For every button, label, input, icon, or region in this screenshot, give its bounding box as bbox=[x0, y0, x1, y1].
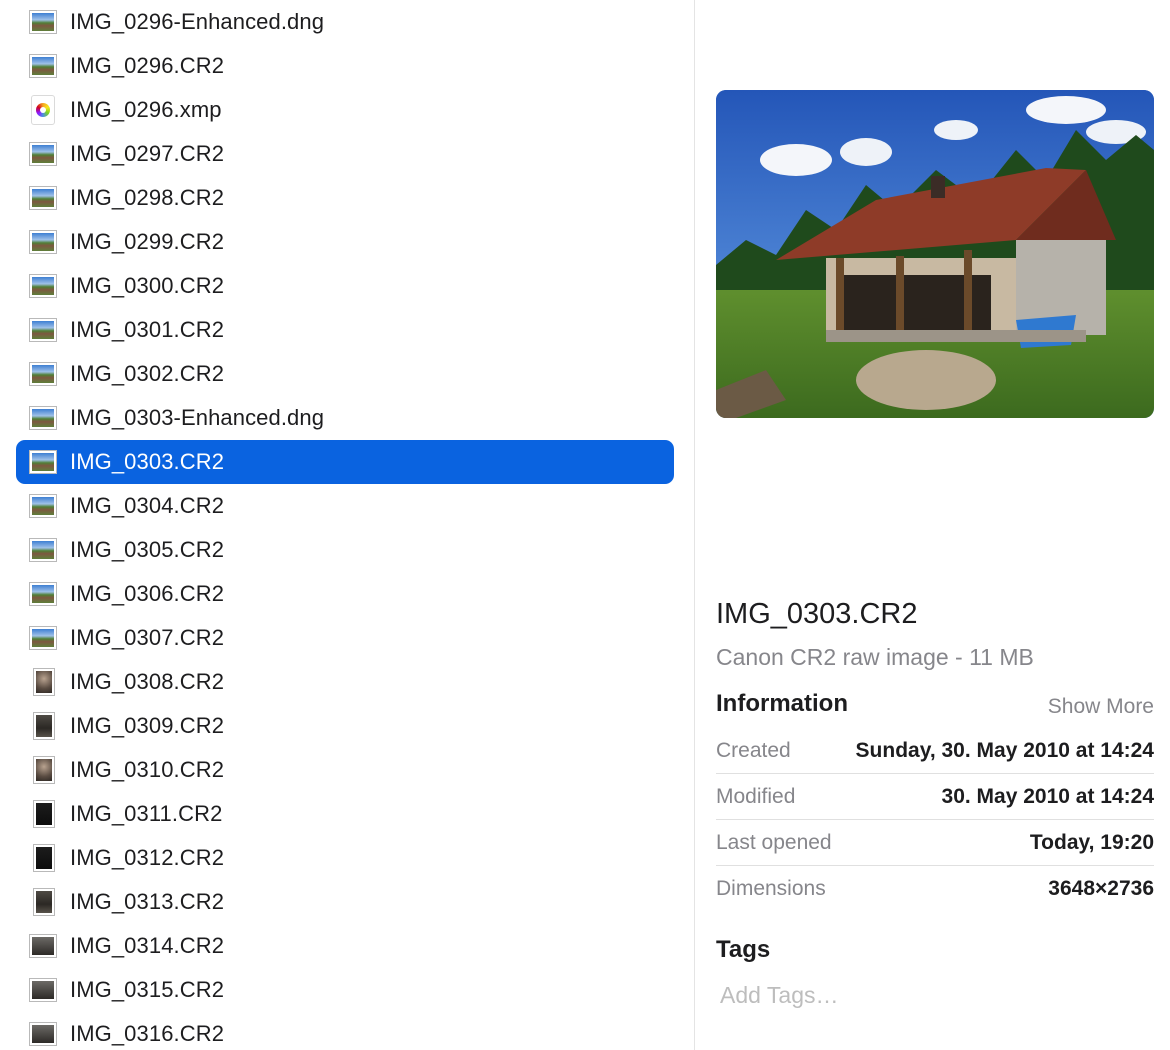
image-thumbnail-icon bbox=[30, 627, 56, 649]
file-row[interactable]: IMG_0305.CR2 bbox=[16, 528, 674, 572]
file-name: IMG_0311.CR2 bbox=[70, 801, 223, 826]
file-row[interactable]: IMG_0312.CR2 bbox=[16, 836, 674, 880]
pane-divider[interactable] bbox=[694, 0, 695, 1050]
file-name: IMG_0307.CR2 bbox=[70, 625, 225, 650]
file-row[interactable]: IMG_0303.CR2 bbox=[16, 440, 674, 484]
file-name: IMG_0305.CR2 bbox=[70, 537, 225, 562]
image-thumbnail-icon bbox=[30, 539, 56, 561]
file-row[interactable]: IMG_0296.xmp bbox=[16, 88, 674, 132]
image-thumbnail-icon bbox=[34, 801, 54, 827]
xmp-document-icon bbox=[32, 96, 54, 124]
file-name: IMG_0312.CR2 bbox=[70, 845, 225, 870]
file-row[interactable]: IMG_0302.CR2 bbox=[16, 352, 674, 396]
file-row[interactable]: IMG_0300.CR2 bbox=[16, 264, 674, 308]
meta-row-last-opened: Last opened Today, 19:20 bbox=[716, 820, 1154, 866]
file-row[interactable]: IMG_0301.CR2 bbox=[16, 308, 674, 352]
image-thumbnail-icon bbox=[30, 231, 56, 253]
image-thumbnail-icon bbox=[30, 451, 56, 473]
image-thumbnail-icon bbox=[30, 55, 56, 77]
file-row[interactable]: IMG_0314.CR2 bbox=[16, 924, 674, 968]
file-name: IMG_0304.CR2 bbox=[70, 493, 225, 518]
meta-row-dimensions: Dimensions 3648×2736 bbox=[716, 866, 1154, 912]
file-row[interactable]: IMG_0306.CR2 bbox=[16, 572, 674, 616]
file-name: IMG_0299.CR2 bbox=[70, 229, 225, 254]
file-row[interactable]: IMG_0304.CR2 bbox=[16, 484, 674, 528]
file-row[interactable]: IMG_0309.CR2 bbox=[16, 704, 674, 748]
add-tags-field[interactable]: Add Tags… bbox=[720, 982, 838, 1009]
image-thumbnail-icon bbox=[34, 669, 54, 695]
image-thumbnail-icon bbox=[34, 845, 54, 871]
meta-label: Dimensions bbox=[716, 877, 826, 900]
file-name: IMG_0315.CR2 bbox=[70, 977, 225, 1002]
image-thumbnail-icon bbox=[30, 407, 56, 429]
image-thumbnail-icon bbox=[30, 935, 56, 957]
file-row[interactable]: IMG_0308.CR2 bbox=[16, 660, 674, 704]
file-name: IMG_0297.CR2 bbox=[70, 141, 225, 166]
file-name: IMG_0316.CR2 bbox=[70, 1021, 225, 1046]
file-name: IMG_0314.CR2 bbox=[70, 933, 225, 958]
image-thumbnail-icon bbox=[30, 11, 56, 33]
image-thumbnail-icon bbox=[34, 889, 54, 915]
house-photo-icon bbox=[716, 90, 1154, 418]
meta-label: Created bbox=[716, 738, 791, 762]
image-thumbnail-icon bbox=[30, 143, 56, 165]
image-thumbnail-icon bbox=[34, 713, 54, 739]
file-row[interactable]: IMG_0303-Enhanced.dng bbox=[16, 396, 674, 440]
meta-value: Today, 19:20 bbox=[1029, 830, 1154, 854]
file-row[interactable]: IMG_0296-Enhanced.dng bbox=[16, 0, 674, 44]
file-name: IMG_0296.CR2 bbox=[70, 53, 225, 78]
file-kind-size: Canon CR2 raw image - 11 MB bbox=[716, 644, 1034, 670]
file-name: IMG_0302.CR2 bbox=[70, 361, 225, 386]
show-more-link[interactable]: Show More bbox=[1048, 695, 1154, 719]
file-title: IMG_0303.CR2 bbox=[716, 598, 918, 630]
meta-value: Sunday, 30. May 2010 at 14:24 bbox=[855, 738, 1154, 762]
file-row[interactable]: IMG_0296.CR2 bbox=[16, 44, 674, 88]
image-thumbnail-icon bbox=[30, 363, 56, 385]
file-row[interactable]: IMG_0298.CR2 bbox=[16, 176, 674, 220]
file-name: IMG_0309.CR2 bbox=[70, 713, 225, 738]
image-thumbnail-icon bbox=[30, 495, 56, 517]
file-row[interactable]: IMG_0315.CR2 bbox=[16, 968, 674, 1012]
file-row[interactable]: IMG_0310.CR2 bbox=[16, 748, 674, 792]
image-thumbnail-icon bbox=[30, 583, 56, 605]
preview-image bbox=[716, 90, 1154, 418]
image-thumbnail-icon bbox=[30, 1023, 56, 1045]
file-row[interactable]: IMG_0313.CR2 bbox=[16, 880, 674, 924]
file-name: IMG_0308.CR2 bbox=[70, 669, 225, 694]
file-row[interactable]: IMG_0299.CR2 bbox=[16, 220, 674, 264]
file-name: IMG_0313.CR2 bbox=[70, 889, 225, 914]
file-name: IMG_0306.CR2 bbox=[70, 581, 225, 606]
information-heading: Information bbox=[716, 690, 848, 717]
file-name: IMG_0296-Enhanced.dng bbox=[70, 9, 325, 34]
image-thumbnail-icon bbox=[30, 187, 56, 209]
tags-heading: Tags bbox=[716, 936, 771, 963]
meta-row-modified: Modified 30. May 2010 at 14:24 bbox=[716, 774, 1154, 820]
meta-label: Modified bbox=[716, 784, 796, 808]
file-name: IMG_0310.CR2 bbox=[70, 757, 225, 782]
image-thumbnail-icon bbox=[30, 275, 56, 297]
image-thumbnail-icon bbox=[30, 979, 56, 1001]
file-name: IMG_0300.CR2 bbox=[70, 273, 225, 298]
meta-label: Last opened bbox=[716, 830, 832, 854]
file-name: IMG_0301.CR2 bbox=[70, 317, 225, 342]
image-thumbnail-icon bbox=[34, 757, 54, 783]
meta-row-created: Created Sunday, 30. May 2010 at 14:24 bbox=[716, 728, 1154, 774]
file-name: IMG_0296.xmp bbox=[70, 97, 222, 122]
file-name: IMG_0298.CR2 bbox=[70, 185, 225, 210]
file-row[interactable]: IMG_0311.CR2 bbox=[16, 792, 674, 836]
file-row[interactable]: IMG_0316.CR2 bbox=[16, 1012, 674, 1050]
meta-value: 3648×2736 bbox=[1048, 877, 1154, 900]
image-thumbnail-icon bbox=[30, 319, 56, 341]
file-name: IMG_0303-Enhanced.dng bbox=[70, 405, 325, 430]
file-name: IMG_0303.CR2 bbox=[70, 449, 225, 474]
meta-value: 30. May 2010 at 14:24 bbox=[941, 784, 1154, 808]
file-list: IMG_0296-Enhanced.dng IMG_0296.CR2 IMG_029… bbox=[0, 0, 694, 1050]
file-row[interactable]: IMG_0307.CR2 bbox=[16, 616, 674, 660]
file-row[interactable]: IMG_0297.CR2 bbox=[16, 132, 674, 176]
